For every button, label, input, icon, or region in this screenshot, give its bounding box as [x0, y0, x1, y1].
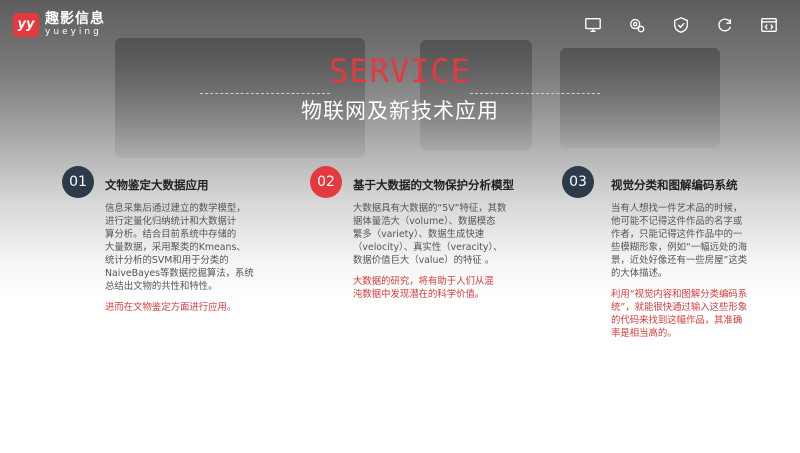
brand-name-en: yueying — [45, 27, 102, 37]
card-highlight: 利用“视觉内容和图解分类编码系 统”，就能很快通过输入这些形象 的代码来找到这幅… — [611, 289, 748, 339]
settings-button[interactable] — [626, 14, 648, 36]
title-chinese: 物联网及新技术应用 — [301, 99, 499, 123]
card-body: 信息采集后通过建立的数学模型， 进行定量化归纳统计和大数据计 算分析。结合目前系… — [105, 202, 263, 322]
shield-check-icon — [674, 17, 688, 33]
brand-logo[interactable]: yy 趣影信息 yueying — [13, 12, 105, 37]
card-title: 视觉分类和图解编码系统 — [611, 178, 738, 192]
security-button[interactable] — [670, 14, 692, 36]
card-body: 当有人想找一件艺术品的时候， 他可能不记得这件作品的名字或 作者，只能记得这件作… — [611, 202, 771, 348]
monitor-icon — [585, 18, 601, 32]
card-body: 大数据具有大数据的“5V”特征，其数 据体量浩大（volume）、数据模态 繁多… — [353, 202, 513, 309]
monitor-button[interactable] — [582, 14, 604, 36]
card-title: 文物鉴定大数据应用 — [105, 178, 209, 192]
card-highlight: 进而在文物鉴定方面进行应用。 — [105, 302, 237, 313]
card-description: 信息采集后通过建立的数学模型， 进行定量化归纳统计和大数据计 算分析。结合目前系… — [105, 203, 254, 292]
card-highlight: 大数据的研究，将有助于人们从混 沌数据中发现潜在的科学价值。 — [353, 276, 494, 300]
top-toolbar — [582, 14, 780, 36]
code-button[interactable] — [758, 14, 780, 36]
logo-text: 趣影信息 yueying — [45, 12, 105, 37]
card-number-badge: 02 — [310, 166, 342, 198]
card-number-badge: 01 — [62, 166, 94, 198]
card-title: 基于大数据的文物保护分析模型 — [353, 178, 514, 192]
brand-name-cn: 趣影信息 — [45, 11, 105, 27]
gears-icon — [630, 18, 645, 33]
title-divider-right — [470, 93, 600, 94]
refresh-icon — [718, 18, 732, 32]
code-window-icon — [761, 18, 777, 32]
title-english: SERVICE — [329, 52, 471, 90]
card-description: 当有人想找一件艺术品的时候， 他可能不记得这件作品的名字或 作者，只能记得这件作… — [611, 203, 748, 279]
card-number-badge: 03 — [562, 166, 594, 198]
logo-mark-icon: yy — [13, 12, 39, 37]
card-description: 大数据具有大数据的“5V”特征，其数 据体量浩大（volume）、数据模态 繁多… — [353, 203, 507, 266]
title-divider-left — [200, 93, 330, 94]
refresh-button[interactable] — [714, 14, 736, 36]
